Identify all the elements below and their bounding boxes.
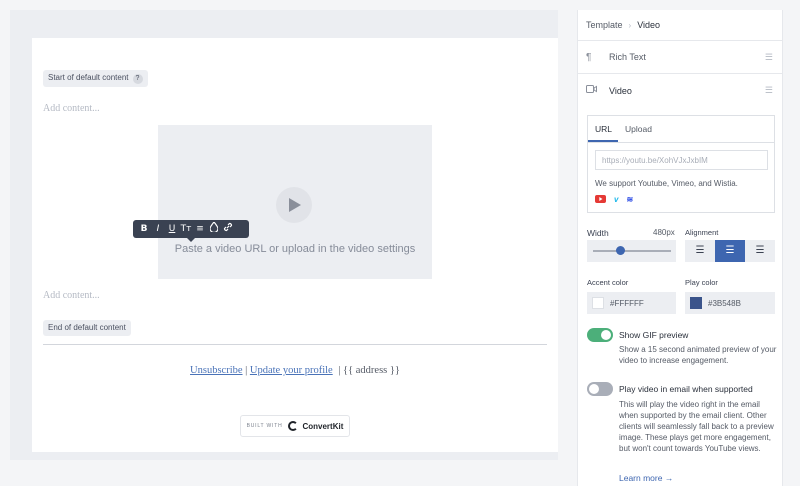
- block-video[interactable]: Video ☰: [578, 74, 782, 107]
- editor-area: Start of default content? Add content...…: [10, 10, 558, 460]
- underline-button[interactable]: U: [165, 222, 179, 236]
- toggle-knob: [601, 330, 611, 340]
- accent-value: #FFFFFF: [610, 298, 644, 308]
- color-drop-icon[interactable]: [207, 221, 221, 236]
- breadcrumb-separator-icon: ›: [628, 21, 632, 30]
- block-rich-text[interactable]: ¶ Rich Text ☰: [578, 41, 782, 74]
- play-value: #3B548B: [708, 298, 741, 308]
- slider-handle[interactable]: [615, 246, 625, 255]
- tab-url[interactable]: URL: [588, 116, 619, 142]
- video-icon: [586, 85, 600, 96]
- vimeo-icon: v: [614, 195, 619, 204]
- support-text: We support Youtube, Vimeo, and Wistia.: [595, 179, 738, 188]
- bold-button[interactable]: B: [137, 222, 151, 236]
- accent-swatch[interactable]: [592, 297, 604, 309]
- video-source-card: URL Upload https://youtu.be/XohVJxJxbIM …: [587, 115, 775, 213]
- align-left-icon[interactable]: ☰: [685, 240, 715, 262]
- gif-preview-toggle[interactable]: [587, 328, 613, 342]
- width-label: Width: [587, 228, 609, 238]
- video-block[interactable]: Paste a video URL or upload in the video…: [158, 125, 432, 279]
- text-size-button[interactable]: Tт: [179, 222, 193, 236]
- wistia-icon: ≋: [626, 195, 634, 204]
- breadcrumb: Template › Video: [578, 10, 782, 41]
- italic-button[interactable]: I: [151, 222, 165, 236]
- block-rich-text-label: Rich Text: [609, 52, 646, 62]
- help-icon[interactable]: ?: [132, 74, 143, 84]
- provider-logos: v ≋: [595, 195, 633, 205]
- update-profile-link[interactable]: Update your profile: [250, 365, 333, 376]
- unsubscribe-link[interactable]: Unsubscribe: [190, 365, 243, 376]
- end-content-label: End of default content: [43, 320, 131, 336]
- drag-handle-icon[interactable]: ☰: [765, 85, 773, 96]
- play-color-field[interactable]: #3B548B: [685, 292, 775, 314]
- play-icon[interactable]: [276, 187, 312, 223]
- learn-more-link[interactable]: Learn more →: [619, 473, 673, 483]
- width-value: 480px: [653, 228, 675, 237]
- add-content-bottom[interactable]: Add content...: [43, 290, 100, 301]
- address-text: | {{ address }}: [338, 365, 400, 376]
- drag-handle-icon[interactable]: ☰: [765, 52, 773, 63]
- play-in-email-desc: This will play the video right in the em…: [619, 400, 774, 453]
- format-toolbar: B I U Tт ≡: [133, 220, 249, 242]
- paragraph-icon: ¶: [586, 51, 592, 63]
- alignment-label: Alignment: [685, 228, 719, 237]
- video-placeholder-text: Paste a video URL or upload in the video…: [174, 243, 416, 255]
- block-video-label: Video: [609, 85, 632, 96]
- play-swatch[interactable]: [690, 297, 702, 309]
- slider-track: [593, 250, 671, 252]
- convertkit-logo-icon: [288, 421, 299, 431]
- link-icon[interactable]: [221, 222, 235, 236]
- accent-color-label: Accent color: [587, 278, 629, 287]
- tab-upload[interactable]: Upload: [618, 116, 658, 142]
- play-color-label: Play color: [685, 278, 718, 287]
- built-with-label: BUILT WITH: [246, 423, 283, 429]
- footer-divider: [43, 344, 547, 345]
- brand-name: ConvertKit: [302, 421, 344, 431]
- toolbar-caret: [187, 238, 195, 242]
- align-center-icon[interactable]: ☰: [715, 240, 745, 262]
- gif-preview-title: Show GIF preview: [619, 330, 689, 340]
- add-content-top[interactable]: Add content...: [43, 103, 100, 114]
- start-content-label: Start of default content?: [43, 70, 148, 87]
- play-in-email-title: Play video in email when supported: [619, 384, 753, 394]
- gif-preview-desc: Show a 15 second animated preview of you…: [619, 345, 777, 365]
- youtube-icon: [595, 195, 606, 205]
- width-slider[interactable]: [587, 240, 676, 262]
- breadcrumb-current: Video: [637, 20, 661, 30]
- play-in-email-toggle[interactable]: [587, 382, 613, 396]
- align-right-icon[interactable]: ☰: [745, 240, 775, 262]
- breadcrumb-template[interactable]: Template: [586, 20, 623, 30]
- built-with-badge[interactable]: BUILT WITH ConvertKit: [240, 415, 350, 437]
- video-url-input[interactable]: https://youtu.be/XohVJxJxbIM: [595, 150, 768, 170]
- footer-separator: |: [245, 365, 248, 376]
- email-canvas: Start of default content? Add content...…: [32, 38, 558, 452]
- toggle-knob: [589, 384, 599, 394]
- align-button[interactable]: ≡: [193, 222, 207, 236]
- email-footer: Unsubscribe | Update your profile | {{ a…: [32, 365, 558, 376]
- settings-panel: Template › Video ¶ Rich Text ☰ Video ☰ URL…: [577, 10, 783, 486]
- accent-color-field[interactable]: #FFFFFF: [587, 292, 676, 314]
- source-tabs: URL Upload: [588, 116, 774, 143]
- alignment-group: ☰ ☰ ☰: [685, 240, 775, 262]
